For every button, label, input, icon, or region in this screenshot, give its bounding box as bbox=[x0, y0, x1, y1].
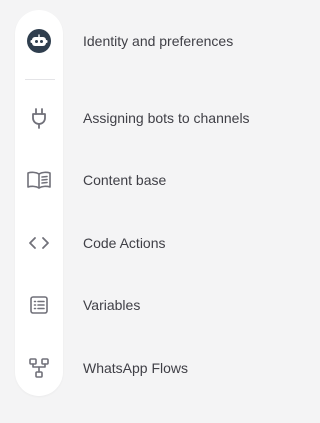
nav-label-channels: Assigning bots to channels bbox=[83, 110, 250, 126]
nav-item-content[interactable]: Content base bbox=[0, 158, 308, 202]
nav-label-content: Content base bbox=[83, 172, 167, 188]
nav-item-channels[interactable]: Assigning bots to channels bbox=[0, 96, 308, 140]
sidebar-rail bbox=[15, 10, 63, 396]
code-icon bbox=[24, 232, 54, 254]
bot-icon bbox=[24, 29, 54, 53]
flow-icon bbox=[24, 357, 54, 379]
nav-item-identity[interactable]: Identity and preferences bbox=[0, 19, 308, 63]
nav-item-code[interactable]: Code Actions bbox=[0, 221, 308, 265]
book-icon bbox=[24, 169, 54, 191]
plug-icon bbox=[24, 107, 54, 129]
nav-label-identity: Identity and preferences bbox=[83, 33, 234, 49]
list-icon bbox=[24, 294, 54, 316]
nav-item-flows[interactable]: WhatsApp Flows bbox=[0, 346, 308, 390]
nav-label-variables: Variables bbox=[83, 297, 141, 313]
sidebar-divider bbox=[25, 79, 55, 80]
nav-label-code: Code Actions bbox=[83, 235, 166, 251]
nav-item-variables[interactable]: Variables bbox=[0, 283, 308, 327]
nav-label-flows: WhatsApp Flows bbox=[83, 360, 189, 376]
